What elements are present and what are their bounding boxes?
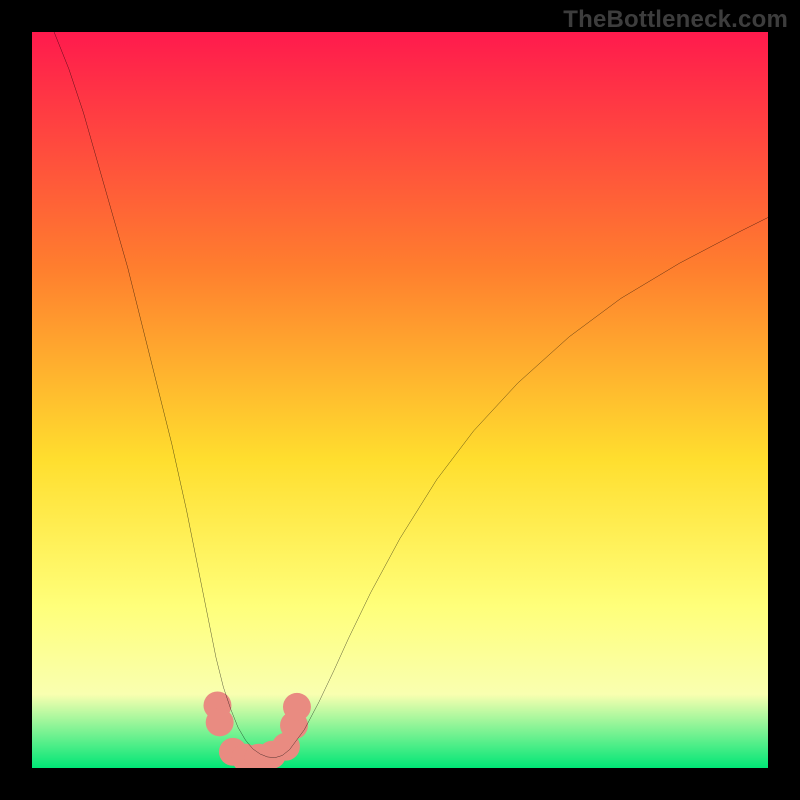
chart-frame: TheBottleneck.com (0, 0, 800, 800)
highlight-node (283, 693, 311, 721)
watermark-text: TheBottleneck.com (563, 6, 788, 34)
highlight-node (206, 708, 234, 736)
bottleneck-curve-chart (32, 32, 768, 768)
gradient-background (32, 32, 768, 768)
